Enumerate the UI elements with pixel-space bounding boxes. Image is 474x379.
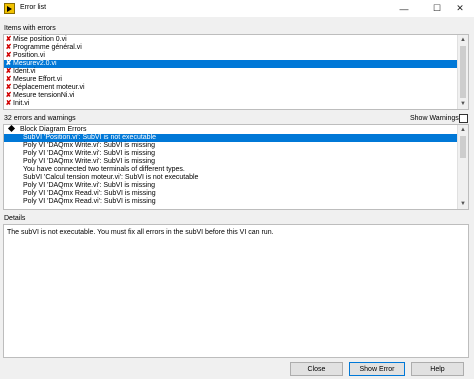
items-scrollbar[interactable]: ▲ ▼ bbox=[457, 35, 468, 109]
list-item[interactable]: ✘ Programme général.vi bbox=[4, 44, 458, 52]
details-label: Details bbox=[4, 215, 26, 222]
error-row[interactable]: Poly VI 'DAQmx Read.vi': SubVI is missin… bbox=[4, 198, 458, 206]
list-item[interactable]: ✘ Mesure Effort.vi bbox=[4, 76, 458, 84]
show-error-button[interactable]: Show Error bbox=[349, 362, 405, 376]
errors-tree-panel: Block Diagram Errors SubVI 'Position.vi'… bbox=[3, 124, 469, 210]
list-item[interactable]: ✘ Position.vi bbox=[4, 52, 458, 60]
scroll-up-icon[interactable]: ▲ bbox=[458, 35, 468, 45]
list-item[interactable]: ✘ Init.vi bbox=[4, 100, 458, 108]
list-item[interactable]: ✘ Déplacement moteur.vi bbox=[4, 84, 458, 92]
error-x-icon: ✘ bbox=[5, 92, 12, 99]
error-x-icon: ✘ bbox=[5, 100, 12, 107]
errors-tree: Block Diagram Errors SubVI 'Position.vi'… bbox=[4, 125, 458, 206]
error-row[interactable]: SubVI 'Calcul tension moteur.vi': SubVI … bbox=[4, 174, 458, 182]
error-row[interactable]: Poly VI 'DAQmx Write.vi': SubVI is missi… bbox=[4, 150, 458, 158]
error-x-icon: ✘ bbox=[5, 68, 12, 75]
tree-group-row[interactable]: Block Diagram Errors bbox=[4, 125, 458, 134]
scroll-down-icon[interactable]: ▼ bbox=[458, 99, 468, 109]
show-warnings-label: Show Warnings bbox=[410, 115, 459, 122]
error-row-selected[interactable]: SubVI 'Position.vi': SubVI is not execut… bbox=[4, 134, 458, 142]
title-bar: Error list — ☐ ✕ bbox=[0, 0, 474, 17]
list-item[interactable]: ✘ Mesure tensionNi.vi bbox=[4, 92, 458, 100]
error-x-icon: ✘ bbox=[5, 60, 12, 67]
scroll-up-icon[interactable]: ▲ bbox=[458, 125, 468, 135]
items-list: ✘ Mise position 0.vi ✘ Programme général.v… bbox=[4, 36, 458, 108]
list-item-selected[interactable]: ✘ Mesurev2.0.vi bbox=[4, 60, 458, 68]
items-list-panel: ✘ Mise position 0.vi ✘ Programme général.v… bbox=[3, 34, 469, 110]
error-row[interactable]: Poly VI 'DAQmx Read.vi': SubVI is missin… bbox=[4, 190, 458, 198]
labview-app-icon bbox=[4, 3, 15, 14]
show-warnings-checkbox[interactable] bbox=[459, 114, 468, 123]
error-x-icon: ✘ bbox=[5, 76, 12, 83]
errors-scrollbar[interactable]: ▲ ▼ bbox=[457, 125, 468, 209]
scrollbar-thumb[interactable] bbox=[460, 46, 466, 98]
scrollbar-thumb[interactable] bbox=[460, 136, 466, 158]
errors-count-label: 32 errors and warnings bbox=[4, 115, 76, 122]
details-text: The subVI is not executable. You must fi… bbox=[7, 229, 274, 236]
window-title: Error list bbox=[20, 4, 47, 11]
help-button[interactable]: Help bbox=[411, 362, 464, 376]
tree-node-bullet-icon bbox=[7, 125, 16, 132]
list-item[interactable]: ✘ Ident.vi bbox=[4, 68, 458, 76]
list-item[interactable]: ✘ Mise position 0.vi bbox=[4, 36, 458, 44]
error-x-icon: ✘ bbox=[5, 44, 12, 51]
details-panel: The subVI is not executable. You must fi… bbox=[3, 224, 469, 358]
error-row[interactable]: Poly VI 'DAQmx Write.vi': SubVI is missi… bbox=[4, 182, 458, 190]
close-window-button[interactable]: ✕ bbox=[446, 0, 474, 17]
error-row[interactable]: Poly VI 'DAQmx Write.vi': SubVI is missi… bbox=[4, 142, 458, 150]
error-row[interactable]: You have connected two terminals of diff… bbox=[4, 166, 458, 174]
error-row[interactable]: Poly VI 'DAQmx Write.vi': SubVI is missi… bbox=[4, 158, 458, 166]
error-x-icon: ✘ bbox=[5, 52, 12, 59]
error-x-icon: ✘ bbox=[5, 84, 12, 91]
scroll-down-icon[interactable]: ▼ bbox=[458, 199, 468, 209]
error-x-icon: ✘ bbox=[5, 36, 12, 43]
items-with-errors-label: Items with errors bbox=[4, 25, 56, 32]
close-button[interactable]: Close bbox=[290, 362, 343, 376]
minimize-button[interactable]: — bbox=[390, 0, 418, 17]
